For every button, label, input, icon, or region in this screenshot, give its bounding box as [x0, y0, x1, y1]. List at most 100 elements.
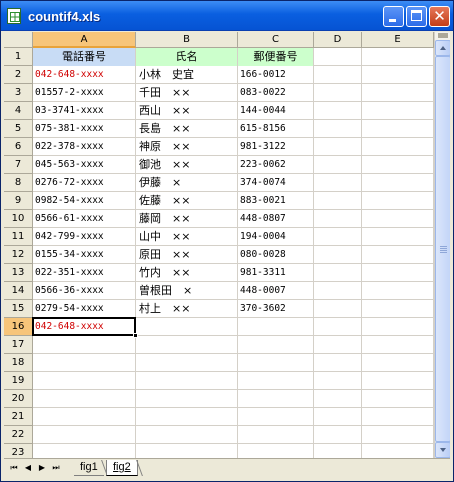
cell-b14[interactable]: 曽根田 × — [136, 282, 237, 300]
cell-b4[interactable]: 西山 ×× — [136, 102, 237, 120]
maximize-button[interactable] — [406, 6, 427, 27]
row-header-6[interactable]: 6 — [4, 138, 33, 156]
sheet-tab-fig1[interactable]: fig1 — [74, 460, 104, 476]
select-all-corner[interactable] — [4, 32, 33, 48]
column-header-b[interactable]: B — [136, 32, 238, 48]
sheet-tab-fig2[interactable]: fig2 — [106, 460, 138, 476]
cell-a15[interactable]: 0279-54-xxxx — [33, 300, 135, 318]
cell-a10[interactable]: 0566-61-xxxx — [33, 210, 135, 228]
cell-b11[interactable]: 山中 ×× — [136, 228, 237, 246]
grip-line — [440, 246, 447, 247]
cell-a4[interactable]: 03-3741-xxxx — [33, 102, 135, 120]
cell-c8[interactable]: 374-0074 — [238, 174, 313, 192]
close-button[interactable]: ✕ — [429, 6, 450, 27]
row-header-10[interactable]: 10 — [4, 210, 33, 228]
title-bar[interactable]: countif4.xls ✕ — [1, 1, 453, 31]
row-header-2[interactable]: 2 — [4, 66, 33, 84]
cell-c1-header[interactable]: 郵便番号 — [238, 48, 313, 66]
cell-b12[interactable]: 原田 ×× — [136, 246, 237, 264]
column-header-d[interactable]: D — [314, 32, 362, 48]
row-header-16[interactable]: 16 — [4, 318, 33, 336]
fill-handle[interactable] — [133, 333, 138, 338]
cell-c15[interactable]: 370-3602 — [238, 300, 313, 318]
scroll-up-button[interactable] — [435, 40, 450, 56]
row-header-19[interactable]: 19 — [4, 372, 33, 390]
cell-b13[interactable]: 竹内 ×× — [136, 264, 237, 282]
split-box[interactable] — [438, 33, 448, 38]
cell-c4[interactable]: 144-0044 — [238, 102, 313, 120]
cell-a9[interactable]: 0982-54-xxxx — [33, 192, 135, 210]
row-header-17[interactable]: 17 — [4, 336, 33, 354]
cell-a14[interactable]: 0566-36-xxxx — [33, 282, 135, 300]
cell-a12[interactable]: 0155-34-xxxx — [33, 246, 135, 264]
vertical-scrollbar[interactable] — [434, 32, 450, 458]
row-header-20[interactable]: 20 — [4, 390, 33, 408]
row-header-14[interactable]: 14 — [4, 282, 33, 300]
scroll-down-button[interactable] — [435, 442, 450, 458]
prev-sheet-button[interactable]: ◀ — [22, 462, 34, 474]
cell-c2[interactable]: 166-0012 — [238, 66, 313, 84]
row-header-3[interactable]: 3 — [4, 84, 33, 102]
first-sheet-button[interactable]: ⏮ — [8, 462, 20, 474]
gridline-horizontal — [33, 425, 434, 426]
minimize-button[interactable] — [383, 6, 404, 27]
cell-b3[interactable]: 千田 ×× — [136, 84, 237, 102]
cell-a3[interactable]: 01557-2-xxxx — [33, 84, 135, 102]
cell-a7[interactable]: 045-563-xxxx — [33, 156, 135, 174]
cell-b1-header[interactable]: 氏名 — [136, 48, 237, 66]
gridline-horizontal — [33, 371, 434, 372]
row-header-1[interactable]: 1 — [4, 48, 33, 66]
cell-b15[interactable]: 村上 ×× — [136, 300, 237, 318]
cell-c5[interactable]: 615-8156 — [238, 120, 313, 138]
row-header-7[interactable]: 7 — [4, 156, 33, 174]
cell-a13[interactable]: 022-351-xxxx — [33, 264, 135, 282]
row-header-9[interactable]: 9 — [4, 192, 33, 210]
arrow-down-icon — [440, 448, 446, 452]
cell-b10[interactable]: 藤岡 ×× — [136, 210, 237, 228]
cell-b6[interactable]: 神原 ×× — [136, 138, 237, 156]
cell-a2[interactable]: 042-648-xxxx — [33, 66, 135, 84]
row-header-18[interactable]: 18 — [4, 354, 33, 372]
last-sheet-button[interactable]: ⏭ — [50, 462, 62, 474]
cell-c11[interactable]: 194-0004 — [238, 228, 313, 246]
close-icon: ✕ — [433, 7, 446, 25]
cell-a5[interactable]: 075-381-xxxx — [33, 120, 135, 138]
cell-a8[interactable]: 0276-72-xxxx — [33, 174, 135, 192]
row-header-23[interactable]: 23 — [4, 444, 33, 458]
excel-document-icon[interactable] — [7, 8, 21, 24]
worksheet-grid[interactable]: A B C D E 1 2 3 4 5 6 7 8 9 10 11 12 13 14 15 16 17 18 19 20 21 22… — [4, 32, 450, 458]
cell-a11[interactable]: 042-799-xxxx — [33, 228, 135, 246]
column-header-a[interactable]: A — [33, 32, 136, 48]
cell-c12[interactable]: 080-0028 — [238, 246, 313, 264]
active-cell-selection[interactable] — [32, 317, 136, 336]
scroll-thumb[interactable] — [435, 56, 450, 442]
row-header-21[interactable]: 21 — [4, 408, 33, 426]
row-header-4[interactable]: 4 — [4, 102, 33, 120]
cell-b8[interactable]: 伊藤 × — [136, 174, 237, 192]
cell-c9[interactable]: 883-0021 — [238, 192, 313, 210]
row-header-22[interactable]: 22 — [4, 426, 33, 444]
cell-b7[interactable]: 御池 ×× — [136, 156, 237, 174]
column-header-e[interactable]: E — [362, 32, 434, 48]
cell-a1-header[interactable]: 電話番号 — [33, 48, 135, 66]
cell-c3[interactable]: 083-0022 — [238, 84, 313, 102]
row-header-15[interactable]: 15 — [4, 300, 33, 318]
gridline-horizontal — [33, 353, 434, 354]
cell-b2[interactable]: 小林 史宜 — [136, 66, 237, 84]
cell-b9[interactable]: 佐藤 ×× — [136, 192, 237, 210]
cell-c14[interactable]: 448-0007 — [238, 282, 313, 300]
row-header-12[interactable]: 12 — [4, 246, 33, 264]
cell-c7[interactable]: 223-0062 — [238, 156, 313, 174]
cell-b5[interactable]: 長島 ×× — [136, 120, 237, 138]
cell-c13[interactable]: 981-3311 — [238, 264, 313, 282]
row-header-11[interactable]: 11 — [4, 228, 33, 246]
row-header-8[interactable]: 8 — [4, 174, 33, 192]
column-header-c[interactable]: C — [238, 32, 314, 48]
gridline-horizontal — [33, 443, 434, 444]
row-header-5[interactable]: 5 — [4, 120, 33, 138]
next-sheet-button[interactable]: ▶ — [36, 462, 48, 474]
cell-c6[interactable]: 981-3122 — [238, 138, 313, 156]
cell-a6[interactable]: 022-378-xxxx — [33, 138, 135, 156]
cell-c10[interactable]: 448-0807 — [238, 210, 313, 228]
row-header-13[interactable]: 13 — [4, 264, 33, 282]
